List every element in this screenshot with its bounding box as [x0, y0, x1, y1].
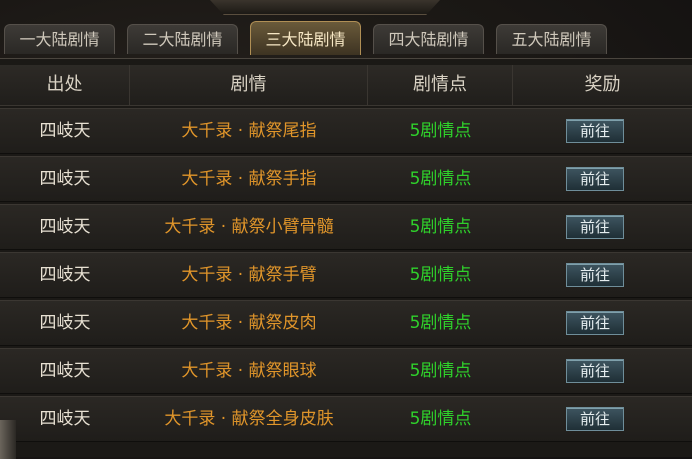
table-row: 四岐天 大千录 · 献祭全身皮肤 5剧情点 前往	[0, 396, 692, 442]
table-row: 四岐天 大千录 · 献祭小臂骨髓 5剧情点 前往	[0, 204, 692, 250]
continent-tabs: 一大陆剧情 二大陆剧情 三大陆剧情 四大陆剧情 五大陆剧情	[4, 21, 692, 56]
row-story: 大千录 · 献祭全身皮肤	[164, 409, 334, 429]
table-row: 四岐天 大千录 · 献祭皮肉 5剧情点 前往	[0, 300, 692, 346]
corner-ornament	[0, 420, 16, 459]
tab-continent-2[interactable]: 二大陆剧情	[127, 24, 238, 54]
story-panel: 一大陆剧情 二大陆剧情 三大陆剧情 四大陆剧情 五大陆剧情 出处 剧情 剧情点 …	[0, 0, 692, 459]
row-story: 大千录 · 献祭皮肉	[181, 313, 317, 333]
table-row: 四岐天 大千录 · 献祭尾指 5剧情点 前往	[0, 108, 692, 154]
header-reward: 奖励	[584, 74, 621, 95]
row-source: 四岐天	[39, 217, 91, 237]
row-source: 四岐天	[39, 313, 91, 333]
row-points: 5剧情点	[409, 265, 472, 285]
row-points: 5剧情点	[409, 121, 472, 141]
row-story: 大千录 · 献祭尾指	[181, 121, 317, 141]
row-source: 四岐天	[39, 361, 91, 381]
row-points: 5剧情点	[409, 313, 472, 333]
header-points: 剧情点	[368, 65, 513, 105]
table-row: 四岐天 大千录 · 献祭眼球 5剧情点 前往	[0, 348, 692, 394]
story-table: 出处 剧情 剧情点 奖励 四岐天 大千录 · 献祭尾指 5剧情点 前往 四岐天 …	[0, 58, 692, 457]
row-source: 四岐天	[39, 265, 91, 285]
row-reward: 前往	[513, 205, 692, 249]
row-points: 5剧情点	[409, 169, 472, 189]
tab-continent-4[interactable]: 四大陆剧情	[373, 24, 484, 54]
goto-button[interactable]: 前往	[566, 119, 624, 143]
row-reward: 前往	[513, 253, 692, 297]
title-ornament	[210, 0, 440, 15]
row-source: 四岐天	[39, 409, 91, 429]
header-story: 剧情	[130, 65, 368, 105]
tab-continent-1[interactable]: 一大陆剧情	[4, 24, 115, 54]
table-row: 四岐天 大千录 · 献祭手指 5剧情点 前往	[0, 156, 692, 202]
row-story: 大千录 · 献祭手臂	[181, 265, 317, 285]
goto-button[interactable]: 前往	[566, 359, 624, 383]
row-points: 5剧情点	[409, 409, 472, 429]
goto-button[interactable]: 前往	[566, 215, 624, 239]
row-story: 大千录 · 献祭小臂骨髓	[164, 217, 334, 237]
tab-continent-3[interactable]: 三大陆剧情	[250, 21, 361, 55]
row-story: 大千录 · 献祭眼球	[181, 361, 317, 381]
row-reward: 前往	[513, 397, 692, 441]
row-points: 5剧情点	[409, 217, 472, 237]
table-header: 出处 剧情 剧情点 奖励	[0, 65, 692, 106]
goto-button[interactable]: 前往	[566, 167, 624, 191]
row-reward: 前往	[513, 349, 692, 393]
goto-button[interactable]: 前往	[566, 407, 624, 431]
header-source: 出处	[0, 65, 130, 105]
row-source: 四岐天	[39, 169, 91, 189]
row-reward: 前往	[513, 301, 692, 345]
row-story: 大千录 · 献祭手指	[181, 169, 317, 189]
row-source: 四岐天	[39, 121, 91, 141]
goto-button[interactable]: 前往	[566, 311, 624, 335]
goto-button[interactable]: 前往	[566, 263, 624, 287]
tab-continent-5[interactable]: 五大陆剧情	[496, 24, 607, 54]
table-row: 四岐天 大千录 · 献祭手臂 5剧情点 前往	[0, 252, 692, 298]
row-reward: 前往	[513, 157, 692, 201]
row-reward: 前往	[513, 109, 692, 153]
row-points: 5剧情点	[409, 361, 472, 381]
